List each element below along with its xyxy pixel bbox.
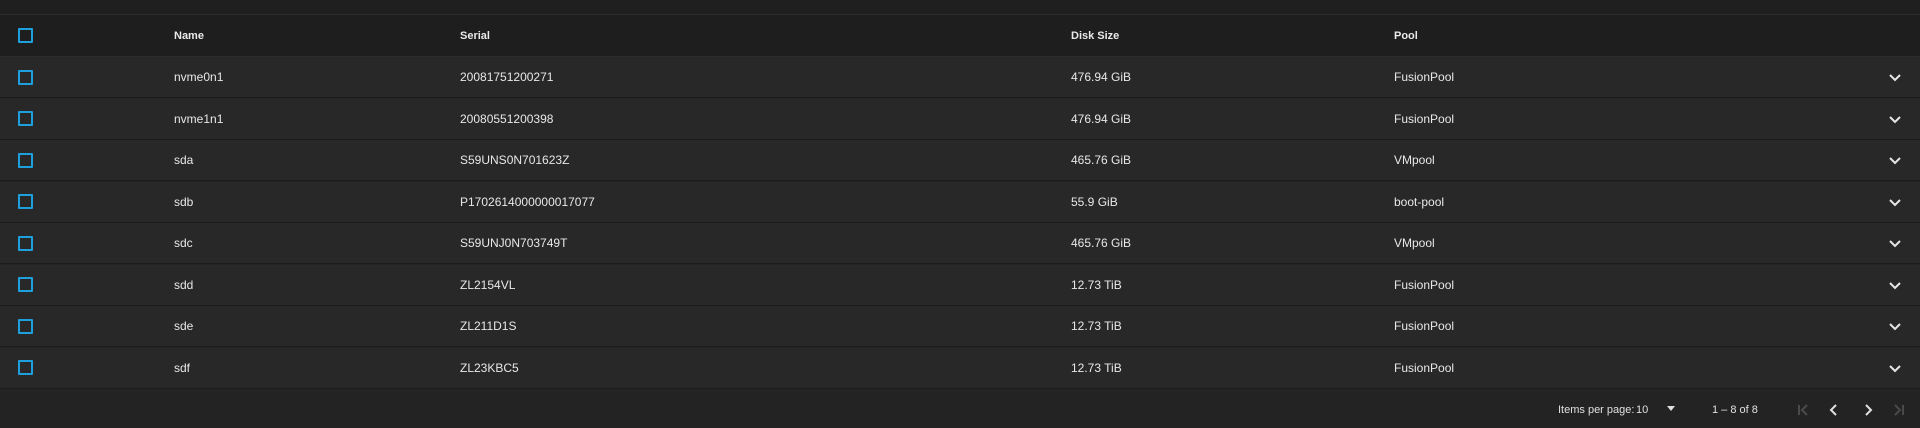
disk-serial: P1702614000000017077 (460, 194, 595, 209)
row-select-cell (18, 182, 38, 222)
items-per-page-label: Items per page: (1558, 404, 1635, 416)
disk-serial: ZL2154VL (460, 277, 516, 292)
chevron-down-icon (1889, 281, 1901, 289)
column-header-name[interactable]: Name (174, 15, 204, 56)
disks-table: Name Serial Disk Size Pool nvme0n1 200817… (0, 0, 1920, 428)
column-header-pool[interactable]: Pool (1394, 15, 1418, 56)
row-select-cell (18, 306, 38, 346)
table-row[interactable]: nvme1n1 20080551200398 476.94 GiB FusionPoo… (0, 98, 1920, 140)
disk-serial: ZL211D1S (460, 319, 517, 333)
previous-page-button[interactable] (1822, 398, 1846, 422)
disk-size: 12.73 TiB (1071, 319, 1122, 333)
expand-row-button[interactable] (1880, 182, 1910, 222)
chevron-down-icon (1889, 115, 1901, 123)
table-header-row: Name Serial Disk Size Pool (0, 15, 1920, 57)
chevron-down-icon (1889, 74, 1901, 82)
disk-name: sde (174, 319, 194, 333)
expand-row-button[interactable] (1880, 306, 1910, 346)
expand-row-button[interactable] (1880, 223, 1910, 263)
disk-pool: FusionPool (1394, 111, 1455, 126)
expand-row-button[interactable] (1880, 57, 1910, 97)
disk-name: sda (174, 153, 194, 167)
disk-name: sdf (174, 360, 191, 375)
disk-pool: FusionPool (1394, 277, 1455, 292)
expand-row-button[interactable] (1880, 99, 1910, 139)
disk-pool: FusionPool (1394, 360, 1455, 375)
chevron-right-icon (1865, 404, 1873, 416)
row-select-cell (18, 223, 38, 263)
disk-pool: FusionPool (1394, 319, 1455, 333)
row-select-cell (18, 57, 38, 97)
column-header-disk-size[interactable]: Disk Size (1071, 15, 1119, 56)
table-row[interactable]: sdc S59UNJ0N703749T 465.76 GiB VMpool (0, 223, 1920, 264)
expand-row-button[interactable] (1880, 140, 1910, 180)
row-select-checkbox[interactable] (18, 194, 33, 209)
table-row[interactable]: nvme0n1 20081751200271 476.94 GiB FusionPoo… (0, 57, 1920, 98)
chevron-down-icon (1889, 323, 1901, 331)
disk-name: nvme1n1 (174, 111, 224, 126)
last-page-icon (1894, 404, 1904, 416)
disk-size: 55.9 GiB (1071, 194, 1118, 209)
first-page-icon (1798, 404, 1808, 416)
table-row[interactable]: sdf ZL23KBC5 12.73 TiB FusionPool (0, 347, 1920, 389)
table-top-strip (0, 0, 1920, 15)
table-row[interactable]: sdd ZL2154VL 12.73 TiB FusionPool (0, 264, 1920, 306)
select-all-cell (18, 15, 38, 56)
chevron-left-icon (1829, 404, 1837, 416)
last-page-button[interactable] (1886, 398, 1910, 422)
disk-size: 465.76 GiB (1071, 153, 1132, 167)
chevron-down-icon (1889, 198, 1901, 206)
disk-pool: VMpool (1394, 236, 1435, 250)
table-row[interactable]: sda S59UNS0N701623Z 465.76 GiB VMpool (0, 140, 1920, 181)
disk-size: 12.73 TiB (1071, 277, 1122, 292)
next-page-button[interactable] (1856, 398, 1880, 422)
row-select-checkbox[interactable] (18, 235, 33, 251)
row-select-checkbox[interactable] (18, 111, 33, 126)
table-row[interactable]: sdb P1702614000000017077 55.9 GiB boot-pool (0, 181, 1920, 223)
disk-size: 465.76 GiB (1071, 236, 1132, 250)
disk-serial: S59UNJ0N703749T (460, 236, 568, 250)
row-select-checkbox[interactable] (18, 69, 33, 85)
caret-down-icon[interactable] (1667, 406, 1675, 411)
row-select-checkbox[interactable] (18, 152, 33, 168)
disk-serial: 20081751200271 (460, 70, 554, 84)
expand-row-button[interactable] (1880, 348, 1910, 388)
disk-serial: ZL23KBC5 (460, 360, 519, 375)
disk-name: sdc (174, 236, 193, 250)
chevron-down-icon (1889, 364, 1901, 372)
disk-name: nvme0n1 (174, 70, 224, 84)
disk-name: sdd (174, 277, 194, 292)
disk-pool: FusionPool (1394, 70, 1455, 84)
row-select-cell (18, 99, 38, 139)
row-select-checkbox[interactable] (18, 360, 33, 375)
disk-serial: S59UNS0N701623Z (460, 153, 570, 167)
disk-serial: 20080551200398 (460, 111, 554, 126)
expand-row-button[interactable] (1880, 265, 1910, 305)
row-select-cell (18, 265, 38, 305)
items-per-page-select[interactable]: 10 (1636, 392, 1684, 428)
first-page-button[interactable] (1792, 398, 1816, 422)
column-header-serial[interactable]: Serial (460, 15, 490, 56)
paginator: Items per page: 10 1 – 8 of 8 (0, 392, 1920, 428)
disk-name: sdb (174, 194, 194, 209)
chevron-down-icon (1889, 157, 1901, 165)
disk-pool: boot-pool (1394, 194, 1445, 209)
row-select-cell (18, 140, 38, 180)
page-range-label: 1 – 8 of 8 (1712, 404, 1758, 416)
row-select-checkbox[interactable] (18, 318, 33, 334)
disk-pool: VMpool (1394, 153, 1435, 167)
disk-size: 476.94 GiB (1071, 70, 1132, 84)
table-row[interactable]: sde ZL211D1S 12.73 TiB FusionPool (0, 306, 1920, 347)
row-select-cell (18, 348, 38, 388)
row-select-checkbox[interactable] (18, 277, 33, 292)
chevron-down-icon (1889, 240, 1901, 248)
disk-size: 12.73 TiB (1071, 360, 1122, 375)
disk-size: 476.94 GiB (1071, 111, 1132, 126)
select-all-checkbox[interactable] (18, 28, 33, 43)
